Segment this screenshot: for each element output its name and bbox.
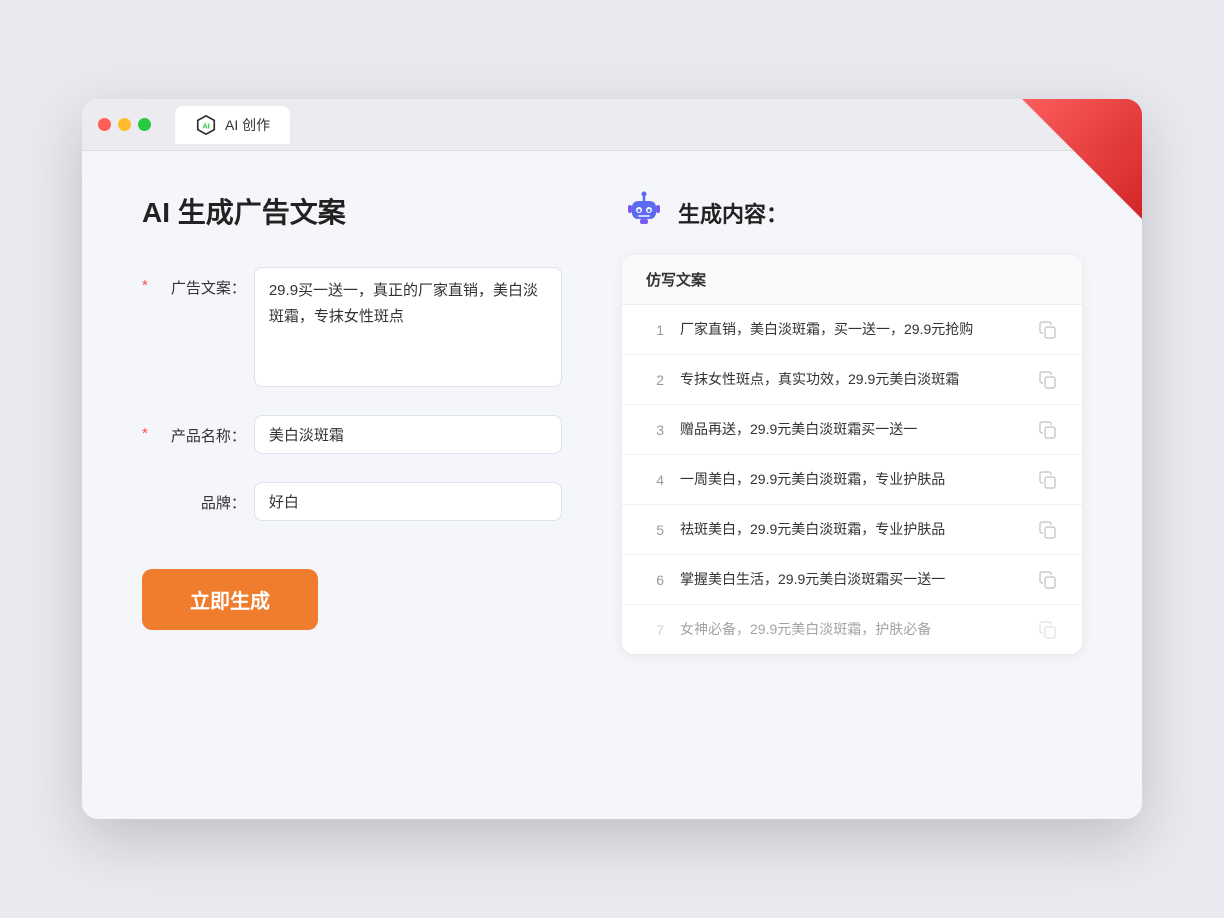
item-number: 2 — [646, 372, 664, 388]
item-number: 7 — [646, 622, 664, 638]
minimize-button[interactable] — [118, 118, 131, 131]
product-name-input[interactable] — [254, 415, 562, 454]
brand-group: * 品牌： — [142, 482, 562, 521]
copy-icon[interactable] — [1038, 420, 1058, 440]
item-text: 厂家直销，美白淡斑霜，买一送一，29.9元抢购 — [680, 319, 1022, 340]
item-text: 赠品再送，29.9元美白淡斑霜买一送一 — [680, 419, 1022, 440]
traffic-lights — [98, 118, 151, 131]
product-name-group: * 产品名称： — [142, 415, 562, 454]
result-item: 1 厂家直销，美白淡斑霜，买一送一，29.9元抢购 — [622, 305, 1082, 355]
product-name-required-star: * — [142, 415, 148, 442]
item-number: 5 — [646, 522, 664, 538]
item-text: 祛斑美白，29.9元美白淡斑霜，专业护肤品 — [680, 519, 1022, 540]
ai-tab-icon: AI — [195, 114, 217, 136]
item-number: 4 — [646, 472, 664, 488]
brand-label: 品牌： — [156, 482, 246, 513]
item-number: 6 — [646, 572, 664, 588]
copy-icon[interactable] — [1038, 370, 1058, 390]
tab-label: AI 创作 — [225, 115, 270, 135]
main-content: AI 生成广告文案 * 广告文案： 29.9买一送一，真正的厂家直销，美白淡斑霜… — [82, 151, 1142, 811]
item-text: 专抹女性斑点，真实功效，29.9元美白淡斑霜 — [680, 369, 1022, 390]
copy-icon[interactable] — [1038, 470, 1058, 490]
item-text: 女神必备，29.9元美白淡斑霜，护肤必备 — [680, 619, 1022, 640]
ad-copy-label: 广告文案： — [156, 267, 246, 298]
result-items-container: 1 厂家直销，美白淡斑霜，买一送一，29.9元抢购 2 专抹女性斑点，真实功效，… — [622, 305, 1082, 654]
browser-window: AI AI 创作 AI 生成广告文案 * 广告文案： 29.9买一送一，真正的厂… — [82, 99, 1142, 819]
result-item: 6 掌握美白生活，29.9元美白淡斑霜买一送一 — [622, 555, 1082, 605]
close-button[interactable] — [98, 118, 111, 131]
page-title: AI 生成广告文案 — [142, 191, 562, 231]
right-panel: 生成内容： 仿写文案 1 厂家直销，美白淡斑霜，买一送一，29.9元抢购 2 专… — [622, 191, 1082, 771]
ad-copy-required-star: * — [142, 267, 148, 294]
copy-icon[interactable] — [1038, 320, 1058, 340]
product-name-label: 产品名称： — [156, 415, 246, 446]
copy-icon[interactable] — [1038, 520, 1058, 540]
result-item: 7 女神必备，29.9元美白淡斑霜，护肤必备 — [622, 605, 1082, 654]
item-text: 掌握美白生活，29.9元美白淡斑霜买一送一 — [680, 569, 1022, 590]
ad-copy-input[interactable]: 29.9买一送一，真正的厂家直销，美白淡斑霜，专抹女性斑点 — [254, 267, 562, 387]
ad-copy-group: * 广告文案： 29.9买一送一，真正的厂家直销，美白淡斑霜，专抹女性斑点 — [142, 267, 562, 387]
copy-icon[interactable] — [1038, 570, 1058, 590]
item-text: 一周美白，29.9元美白淡斑霜，专业护肤品 — [680, 469, 1022, 490]
tab-ai-create[interactable]: AI AI 创作 — [175, 106, 290, 144]
left-panel: AI 生成广告文案 * 广告文案： 29.9买一送一，真正的厂家直销，美白淡斑霜… — [142, 191, 562, 771]
result-card: 仿写文案 1 厂家直销，美白淡斑霜，买一送一，29.9元抢购 2 专抹女性斑点，… — [622, 255, 1082, 654]
result-header: 生成内容： — [622, 191, 1082, 235]
maximize-button[interactable] — [138, 118, 151, 131]
copy-icon[interactable] — [1038, 620, 1058, 640]
item-number: 1 — [646, 322, 664, 338]
result-item: 4 一周美白，29.9元美白淡斑霜，专业护肤品 — [622, 455, 1082, 505]
result-item: 3 赠品再送，29.9元美白淡斑霜买一送一 — [622, 405, 1082, 455]
title-bar: AI AI 创作 — [82, 99, 1142, 151]
result-item: 2 专抹女性斑点，真实功效，29.9元美白淡斑霜 — [622, 355, 1082, 405]
item-number: 3 — [646, 422, 664, 438]
result-table-header: 仿写文案 — [622, 255, 1082, 305]
robot-icon — [622, 191, 666, 235]
generate-button[interactable]: 立即生成 — [142, 569, 318, 630]
result-title: 生成内容： — [678, 197, 788, 229]
result-item: 5 祛斑美白，29.9元美白淡斑霜，专业护肤品 — [622, 505, 1082, 555]
svg-text:AI: AI — [202, 121, 209, 130]
brand-input[interactable] — [254, 482, 562, 521]
